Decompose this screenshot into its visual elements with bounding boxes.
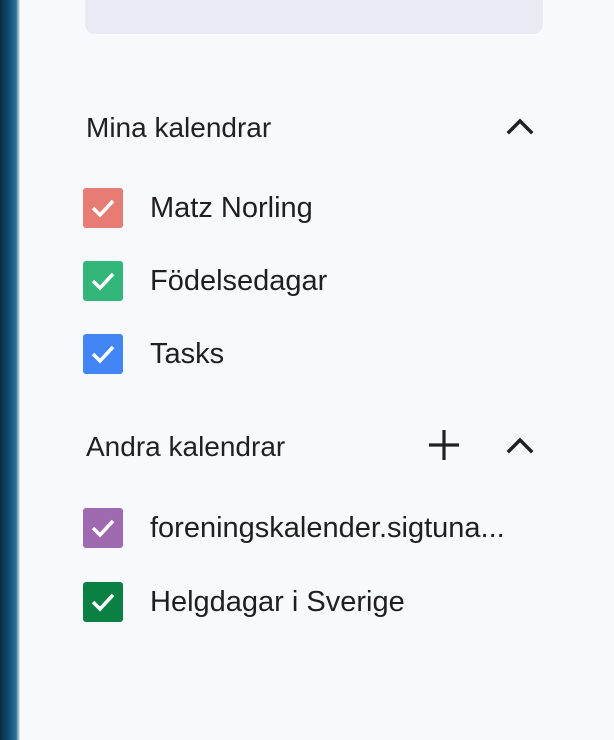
calendar-item-helgdagar[interactable]: Helgdagar i Sverige — [83, 576, 563, 626]
calendar-item-fodelsedagar[interactable]: Födelsedagar — [83, 255, 563, 305]
chevron-up-icon — [506, 437, 534, 454]
left-edge-divider — [0, 0, 20, 740]
search-box[interactable] — [85, 0, 543, 34]
other-calendars-collapse-button[interactable] — [498, 423, 542, 467]
checkmark-icon — [91, 199, 115, 218]
calendar-item-tasks[interactable]: Tasks — [83, 328, 563, 378]
calendar-label: Födelsedagar — [150, 265, 328, 297]
my-calendars-collapse-button[interactable] — [498, 104, 542, 148]
calendar-checkbox[interactable] — [83, 334, 123, 374]
calendar-label: foreningskalender.sigtuna... — [150, 512, 505, 544]
my-calendars-header[interactable]: Mina kalendrar — [86, 104, 556, 148]
checkmark-icon — [91, 345, 115, 364]
calendar-checkbox[interactable] — [83, 261, 123, 301]
other-calendars-header[interactable]: Andra kalendrar — [86, 423, 556, 467]
checkmark-icon — [91, 272, 115, 291]
calendar-checkbox[interactable] — [83, 188, 123, 228]
other-calendars-title: Andra kalendrar — [86, 431, 286, 462]
chevron-up-icon — [506, 118, 534, 135]
calendar-item-matz-norling[interactable]: Matz Norling — [83, 182, 563, 232]
calendar-label: Tasks — [150, 338, 225, 370]
calendar-item-foreningskalender[interactable]: foreningskalender.sigtuna... — [83, 502, 563, 552]
checkmark-icon — [91, 593, 115, 612]
calendar-checkbox[interactable] — [83, 508, 123, 548]
calendar-checkbox[interactable] — [83, 582, 123, 622]
calendar-label: Helgdagar i Sverige — [150, 586, 405, 618]
my-calendars-title: Mina kalendrar — [86, 112, 272, 143]
add-other-calendar-button[interactable] — [422, 423, 466, 467]
plus-icon — [429, 430, 459, 460]
calendar-label: Matz Norling — [150, 192, 313, 224]
checkmark-icon — [91, 519, 115, 538]
